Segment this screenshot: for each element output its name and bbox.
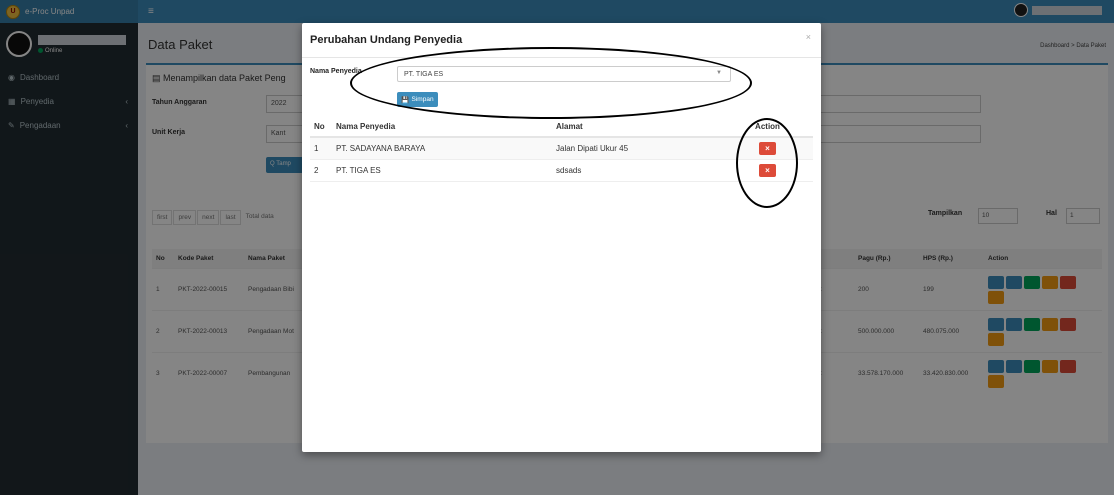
close-icon[interactable]: × xyxy=(806,32,811,42)
nama-penyedia-label: Nama Penyedia xyxy=(310,68,362,75)
col-alamat: Alamat xyxy=(552,117,722,138)
col-no: No xyxy=(310,117,332,138)
modal-title: Perubahan Undang Penyedia xyxy=(310,34,463,46)
annotation-circle xyxy=(736,118,798,208)
col-nama-penyedia: Nama Penyedia xyxy=(332,117,552,138)
annotation-ellipse xyxy=(350,47,752,119)
